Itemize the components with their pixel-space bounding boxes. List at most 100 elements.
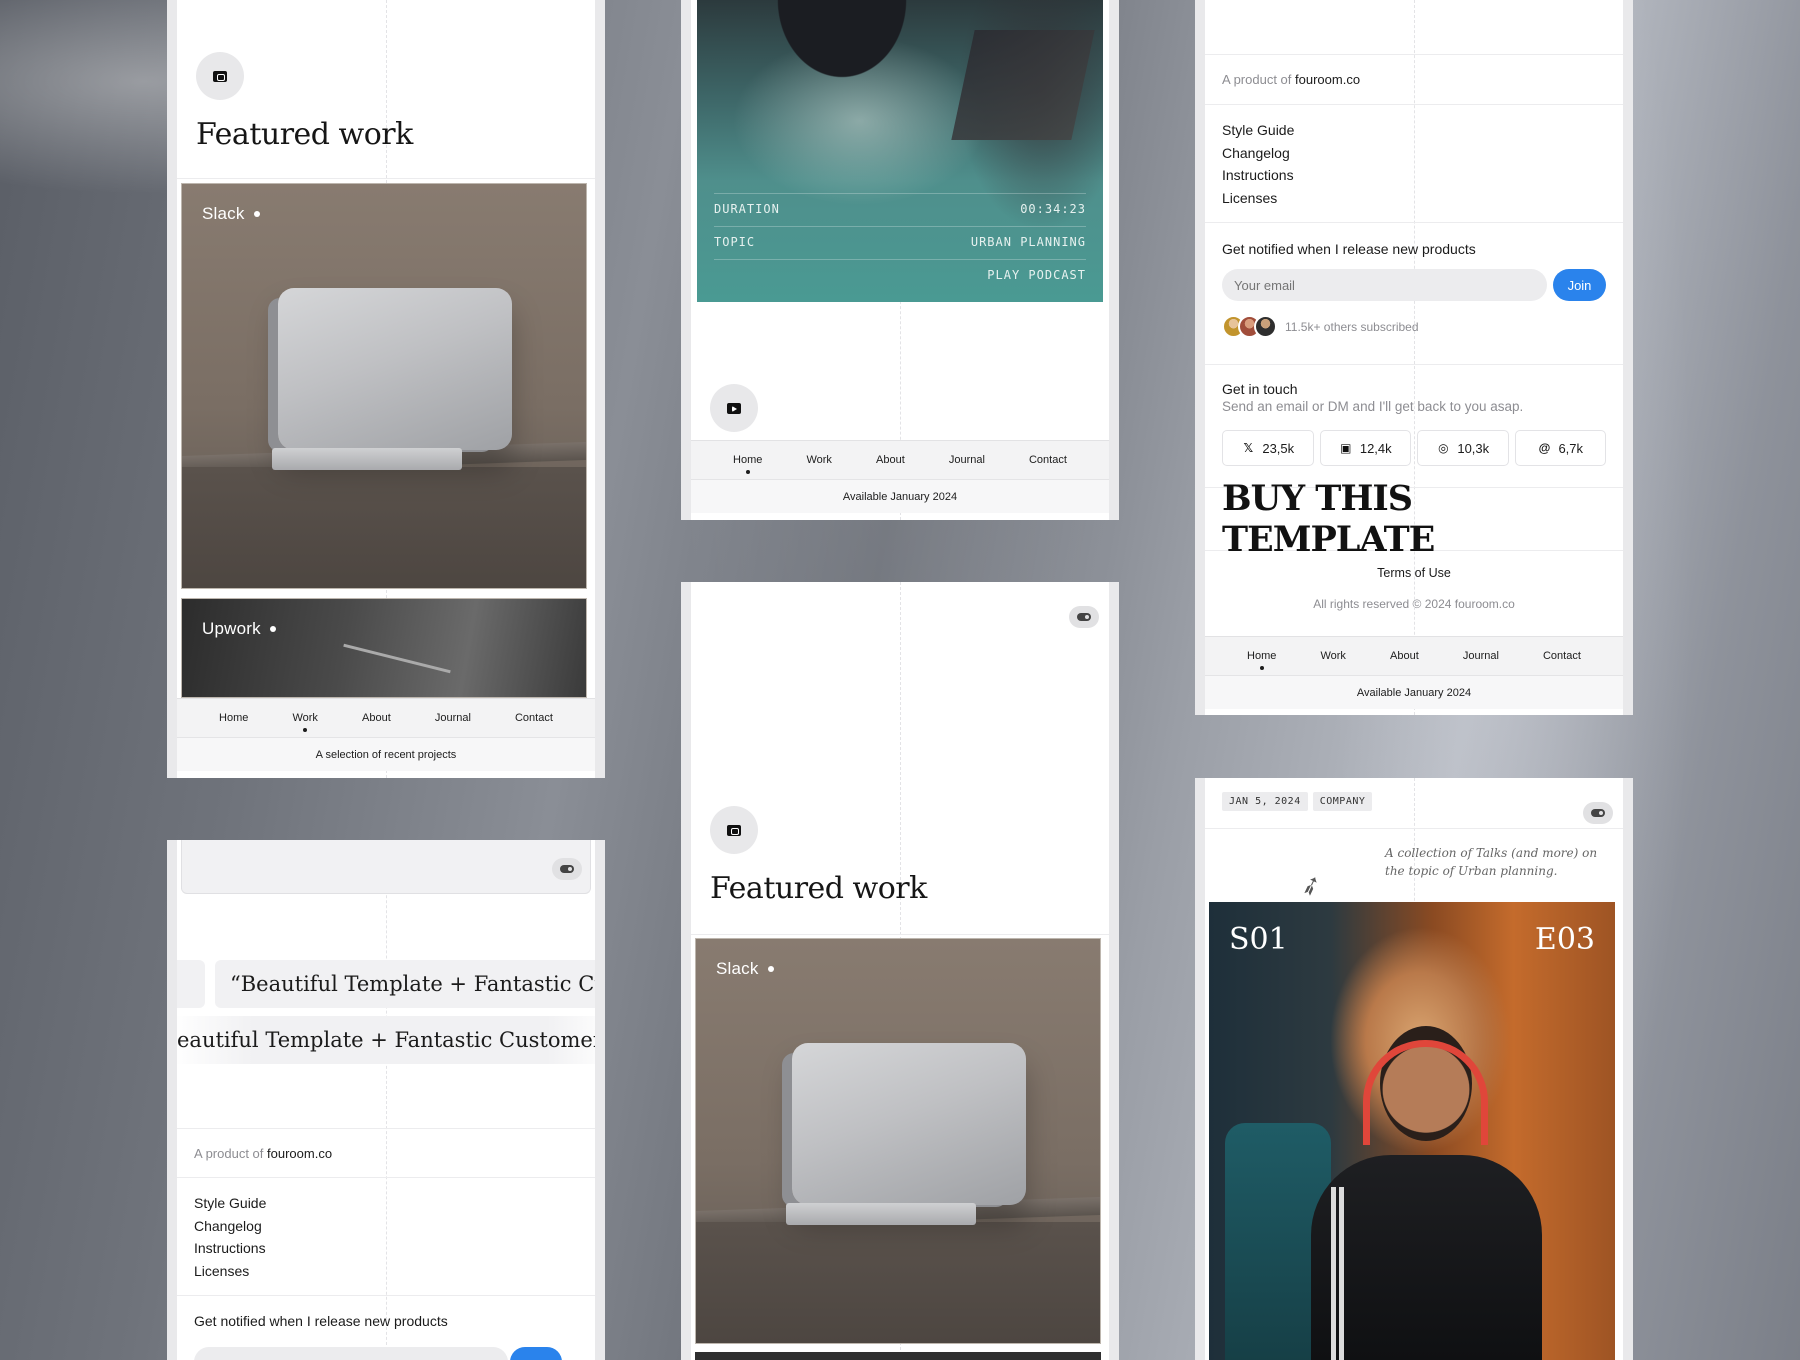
link-licenses[interactable]: Licenses <box>1222 187 1606 210</box>
episode-cover[interactable]: S01 E03 <box>1209 902 1615 1360</box>
product-device <box>792 1043 1026 1205</box>
buy-template-link[interactable]: BUY THIS TEMPLATE <box>1222 478 1606 560</box>
product-device-stand <box>272 448 462 470</box>
quote-pill: “Beautiful Template + Fantastic Custo <box>215 960 595 1008</box>
tag-row: JAN 5, 2024 COMPANY <box>1222 792 1373 811</box>
episode-panel: JAN 5, 2024 COMPANY ➶ A collection of Ta… <box>1195 778 1633 1360</box>
quote-text: eautiful Template + Fantastic Customer s… <box>177 1028 595 1052</box>
toggle-icon <box>1077 613 1091 621</box>
product-prefix: A product of <box>194 1145 264 1161</box>
nav-contact[interactable]: Contact <box>509 712 559 724</box>
nav-contact[interactable]: Contact <box>1023 454 1073 466</box>
brand-logo-button[interactable] <box>196 52 244 100</box>
logo-icon <box>213 70 227 82</box>
photo-table <box>696 1221 1100 1343</box>
logo-icon <box>727 824 741 836</box>
link-style-guide[interactable]: Style Guide <box>194 1192 578 1215</box>
product-link[interactable]: fouroom.co <box>1295 72 1360 87</box>
footer-panel: A product of fouroom.co Style Guide Chan… <box>1195 0 1633 715</box>
theme-toggle[interactable] <box>552 858 582 880</box>
nav-work[interactable]: Work <box>286 712 323 724</box>
brand-logo-button[interactable] <box>710 806 758 854</box>
nav-caption: Available January 2024 <box>691 479 1109 513</box>
theme-toggle[interactable] <box>1069 606 1099 628</box>
link-instructions[interactable]: Instructions <box>1222 164 1606 187</box>
footer-links: Style Guide Changelog Instructions Licen… <box>1205 105 1623 223</box>
date-tag: JAN 5, 2024 <box>1222 792 1308 811</box>
link-style-guide[interactable]: Style Guide <box>1222 119 1606 142</box>
play-podcast-button[interactable]: PLAY PODCAST <box>987 268 1086 282</box>
product-credit: A product of fouroom.co <box>194 1146 332 1161</box>
social-x-button[interactable]: 𝕏 23,5k <box>1222 430 1314 466</box>
play-logo-button[interactable] <box>710 384 758 432</box>
category-tag[interactable]: COMPANY <box>1312 792 1373 811</box>
nav-caption: Available January 2024 <box>1205 675 1623 709</box>
topic-row: TOPIC URBAN PLANNING <box>714 226 1086 256</box>
link-licenses[interactable]: Licenses <box>194 1260 578 1283</box>
testimonial-panel: “Beautiful Template + Fantastic Custo ea… <box>167 840 605 1360</box>
project-card-slack[interactable]: Slack <box>181 183 587 589</box>
threads-icon: @ <box>1538 441 1551 455</box>
footer-screen: A product of fouroom.co Style Guide Chan… <box>1205 0 1623 715</box>
contact-heading: Get in touch <box>1222 381 1298 397</box>
nav-contact[interactable]: Contact <box>1537 650 1587 662</box>
featured-work-screen: Featured work Slack <box>691 582 1109 1360</box>
link-instructions[interactable]: Instructions <box>194 1237 578 1260</box>
nav-work[interactable]: Work <box>1314 650 1351 662</box>
nav-home[interactable]: Home <box>727 454 768 466</box>
label-dot <box>269 626 276 632</box>
product-device-stand <box>786 1203 976 1225</box>
project-name: Slack <box>202 204 245 223</box>
featured-work-screen: Featured work Slack Upwork Home Work Abo… <box>177 0 595 778</box>
nav-about[interactable]: About <box>870 454 911 466</box>
product-row: A product of fouroom.co <box>1205 55 1623 105</box>
nav-home[interactable]: Home <box>213 712 254 724</box>
testimonial-screen: “Beautiful Template + Fantastic Custo ea… <box>177 840 595 1360</box>
nav-journal[interactable]: Journal <box>943 454 991 466</box>
product-credit: A product of fouroom.co <box>1222 72 1360 87</box>
featured-work-panel: Featured work Slack Upwork Home Work Abo… <box>167 0 605 778</box>
project-card-upwork[interactable]: Upwork <box>181 598 587 698</box>
join-button[interactable] <box>510 1347 562 1360</box>
jacket-stripe <box>1338 1187 1344 1360</box>
nav-items: Home Work About Journal Contact <box>177 699 595 737</box>
divider <box>1205 828 1623 829</box>
subscriber-proof: 11.5k+ others subscribed <box>1222 315 1606 338</box>
x-icon: 𝕏 <box>1243 441 1254 455</box>
join-button[interactable]: Join <box>1553 269 1606 301</box>
podcast-screen: DURATION 00:34:23 TOPIC URBAN PLANNING P… <box>691 0 1109 520</box>
nav-home[interactable]: Home <box>1241 650 1282 662</box>
link-changelog[interactable]: Changelog <box>194 1215 578 1238</box>
project-name: Upwork <box>202 619 261 638</box>
social-threads-button[interactable]: @6,7k <box>1514 430 1606 466</box>
email-input[interactable] <box>194 1347 508 1360</box>
subscriber-count: 11.5k+ others subscribed <box>1285 319 1419 334</box>
newsletter-section: Get notified when I release new products… <box>1205 223 1623 365</box>
footer-links: Style Guide Changelog Instructions Licen… <box>177 1178 595 1296</box>
contact-section: Get in touch Send an email or DM and I'l… <box>1205 365 1623 488</box>
social-linkedin-button[interactable]: ▣ 12,4k <box>1319 430 1411 466</box>
podcast-panel: DURATION 00:34:23 TOPIC URBAN PLANNING P… <box>681 0 1119 520</box>
newsletter-section: Get notified when I release new products <box>194 1313 578 1360</box>
avatar-stack <box>1222 315 1277 338</box>
nav-about[interactable]: About <box>356 712 397 724</box>
newsletter-heading: Get notified when I release new products <box>1222 241 1476 257</box>
project-card-slack[interactable]: Slack <box>695 938 1101 1344</box>
link-changelog[interactable]: Changelog <box>1222 142 1606 165</box>
social-count: 10,3k <box>1457 440 1490 456</box>
nav-journal[interactable]: Journal <box>1457 650 1505 662</box>
nav-about[interactable]: About <box>1384 650 1425 662</box>
theme-toggle[interactable] <box>1583 802 1613 824</box>
email-input[interactable] <box>1222 269 1547 301</box>
buy-template-row[interactable]: BUY THIS TEMPLATE <box>1205 478 1623 560</box>
nav-journal[interactable]: Journal <box>429 712 477 724</box>
label-dot <box>253 211 260 217</box>
cover-figure <box>767 0 917 90</box>
product-link[interactable]: fouroom.co <box>267 1146 332 1161</box>
bottom-nav: Home Work About Journal Contact A select… <box>177 698 595 771</box>
social-instagram-button[interactable]: ◎ 10,3k <box>1417 430 1509 466</box>
social-links: 𝕏 23,5k ▣ 12,4k ◎ 10,3k @6,7k <box>1222 430 1606 466</box>
play-row[interactable]: PLAY PODCAST <box>714 259 1086 289</box>
nav-work[interactable]: Work <box>800 454 837 466</box>
duration-row: DURATION 00:34:23 <box>714 193 1086 223</box>
